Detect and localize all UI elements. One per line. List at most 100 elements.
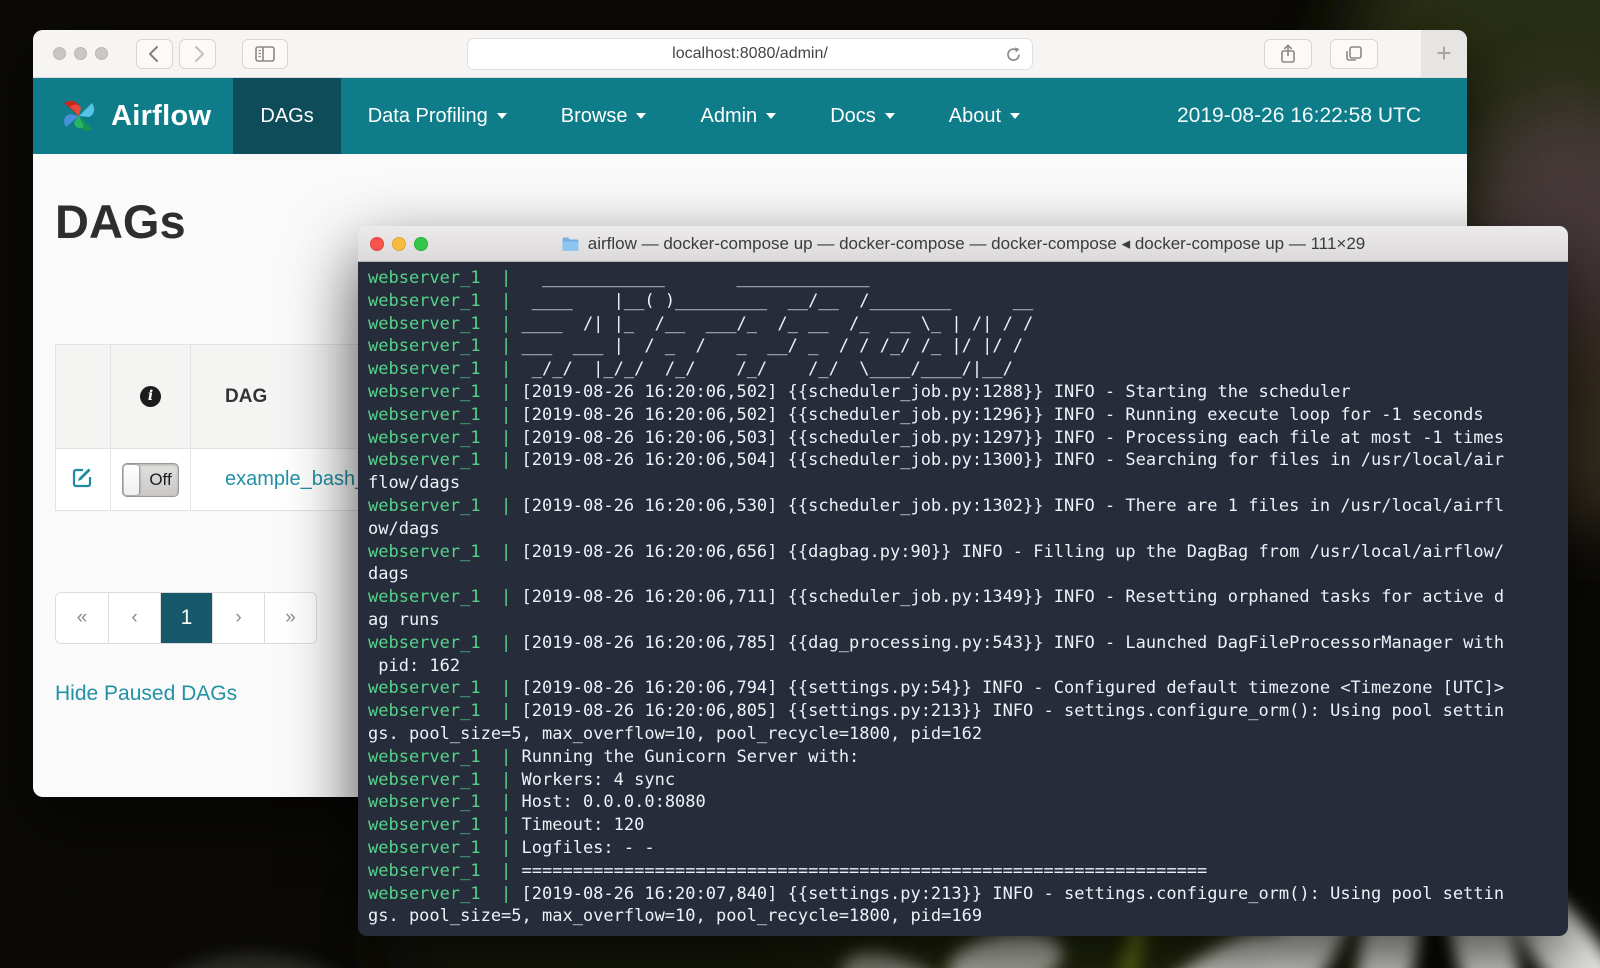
- terminal-log-row: webserver_1 | Host: 0.0.0.0:8080: [368, 791, 1558, 814]
- log-service-prefix: webserver_1 |: [368, 428, 511, 448]
- share-button[interactable]: [1264, 39, 1312, 69]
- terminal-log-row: webserver_1 | [2019-08-26 16:20:06,794] …: [368, 677, 1558, 700]
- log-service-prefix: webserver_1 |: [368, 678, 511, 698]
- info-circle-icon[interactable]: i: [140, 386, 161, 407]
- browser-toolbar[interactable]: localhost:8080/admin/: [33, 30, 1467, 78]
- close-button[interactable]: [370, 237, 384, 251]
- pagination-page-current[interactable]: 1: [160, 593, 212, 643]
- pagination-button[interactable]: ‹: [108, 593, 160, 643]
- nav-item-dags[interactable]: DAGs: [233, 78, 340, 154]
- pagination-button[interactable]: «: [56, 593, 108, 643]
- log-text: [2019-08-26 16:20:06,711] {{scheduler_jo…: [511, 587, 1504, 607]
- log-text: flow/dags: [368, 473, 460, 493]
- log-service-prefix: webserver_1 |: [368, 268, 511, 288]
- terminal-log-row: webserver_1 | ____________ _____________: [368, 267, 1558, 290]
- log-service-prefix: webserver_1 |: [368, 587, 511, 607]
- log-service-prefix: webserver_1 |: [368, 314, 511, 334]
- dag-toggle-cell: Off: [111, 449, 191, 511]
- chevron-down-icon: [636, 113, 646, 119]
- tab-overview-button[interactable]: [1330, 39, 1378, 69]
- terminal-log-row: webserver_1 | Timeout: 120: [368, 814, 1558, 837]
- log-service-prefix: webserver_1 |: [368, 359, 511, 379]
- terminal-log-row: webserver_1 | _/_/ |_/_/ /_/ /_/ /_/ \__…: [368, 358, 1558, 381]
- minimize-button[interactable]: [392, 237, 406, 251]
- nav-item-docs[interactable]: Docs: [803, 78, 922, 154]
- log-text: ____ |__( )_________ __/__ /________ __: [511, 291, 1033, 311]
- airflow-brand[interactable]: Airflow: [58, 78, 211, 154]
- log-text: Timeout: 120: [511, 815, 644, 835]
- log-text: ____________ _____________: [511, 268, 869, 288]
- back-button[interactable]: [136, 39, 173, 69]
- terminal-log-row: flow/dags: [368, 472, 1558, 495]
- minimize-button[interactable]: [74, 47, 87, 60]
- new-tab-button[interactable]: +: [1421, 30, 1467, 77]
- terminal-log-row: webserver_1 | [2019-08-26 16:20:06,503] …: [368, 427, 1558, 450]
- dag-link[interactable]: example_bash_o: [225, 468, 377, 490]
- log-service-prefix: webserver_1 |: [368, 770, 511, 790]
- log-text: [2019-08-26 16:20:06,502] {{scheduler_jo…: [511, 382, 1350, 402]
- terminal-log-row: ow/dags: [368, 518, 1558, 541]
- terminal-title: airflow — docker-compose up — docker-com…: [588, 234, 1366, 254]
- edit-pencil-icon[interactable]: [71, 465, 95, 489]
- pagination: «‹1›»: [55, 592, 317, 644]
- address-bar[interactable]: localhost:8080/admin/: [467, 38, 1033, 70]
- log-text: [2019-08-26 16:20:06,502] {{scheduler_jo…: [511, 405, 1483, 425]
- plus-icon: +: [1436, 38, 1451, 69]
- terminal-log-row: webserver_1 | [2019-08-26 16:20:06,805] …: [368, 700, 1558, 723]
- terminal-log-row: webserver_1 | [2019-08-26 16:20:06,785] …: [368, 632, 1558, 655]
- address-bar-url: localhost:8080/admin/: [672, 45, 828, 63]
- log-service-prefix: webserver_1 |: [368, 382, 511, 402]
- log-text: Workers: 4 sync: [511, 770, 675, 790]
- folder-icon: [561, 236, 580, 252]
- nav-item-data-profiling[interactable]: Data Profiling: [341, 78, 534, 154]
- info-column-header: i: [111, 345, 191, 449]
- nav-item-browse[interactable]: Browse: [534, 78, 674, 154]
- sidebar-button[interactable]: [242, 39, 288, 69]
- terminal-log-row: pid: 162: [368, 655, 1558, 678]
- terminal-log-row: webserver_1 | [2019-08-26 16:20:06,502] …: [368, 381, 1558, 404]
- terminal-body[interactable]: webserver_1 | ____________ _____________…: [358, 262, 1568, 936]
- terminal-log-row: webserver_1 | Running the Gunicorn Serve…: [368, 746, 1558, 769]
- log-service-prefix: webserver_1 |: [368, 405, 511, 425]
- forward-button[interactable]: [179, 39, 216, 69]
- log-text: [2019-08-26 16:20:06,785] {{dag_processi…: [511, 633, 1504, 653]
- log-text: [2019-08-26 16:20:06,794] {{settings.py:…: [511, 678, 1504, 698]
- terminal-log-row: ag runs: [368, 609, 1558, 632]
- terminal-log-row: webserver_1 | [2019-08-26 16:20:07,840] …: [368, 883, 1558, 906]
- dag-pause-toggle[interactable]: Off: [122, 463, 179, 497]
- terminal-log-row: webserver_1 | [2019-08-26 16:20:06,711] …: [368, 586, 1558, 609]
- hide-paused-dags-link[interactable]: Hide Paused DAGs: [55, 682, 237, 706]
- zoom-button[interactable]: [414, 237, 428, 251]
- log-service-prefix: webserver_1 |: [368, 450, 511, 470]
- navbar-items: DAGs Data Profiling Browse Admin Docs About: [233, 78, 1047, 154]
- zoom-button[interactable]: [95, 47, 108, 60]
- page-title: DAGs: [55, 194, 186, 249]
- log-text: ___ ___ | / _ / _ __/ _ / / /_/ /_ |/ |/…: [511, 336, 1023, 356]
- share-icon: [1278, 43, 1298, 65]
- pagination-button[interactable]: »: [264, 593, 316, 643]
- nav-item-label: Browse: [561, 105, 628, 128]
- sidebar-icon: [254, 44, 276, 64]
- edit-column-header: [56, 345, 111, 449]
- terminal-titlebar[interactable]: airflow — docker-compose up — docker-com…: [358, 226, 1568, 262]
- pagination-button[interactable]: ›: [212, 593, 264, 643]
- close-button[interactable]: [53, 47, 66, 60]
- nav-item-admin[interactable]: Admin: [673, 78, 803, 154]
- log-text: pid: 162: [368, 656, 460, 676]
- terminal-log-row: webserver_1 | [2019-08-26 16:20:06,656] …: [368, 541, 1558, 564]
- log-service-prefix: webserver_1 |: [368, 633, 511, 653]
- nav-item-label: Docs: [830, 105, 876, 128]
- nav-item-about[interactable]: About: [922, 78, 1047, 154]
- nav-item-label: DAGs: [260, 105, 313, 128]
- terminal-log-row: gs. pool_size=5, max_overflow=10, pool_r…: [368, 905, 1558, 928]
- nav-item-label: Data Profiling: [368, 105, 488, 128]
- dag-edit-cell: [56, 449, 111, 511]
- reload-icon[interactable]: [1004, 45, 1023, 64]
- chevron-down-icon: [885, 113, 895, 119]
- log-text: [2019-08-26 16:20:06,503] {{scheduler_jo…: [511, 428, 1504, 448]
- log-text: [2019-08-26 16:20:06,530] {{scheduler_jo…: [511, 496, 1504, 516]
- chevron-down-icon: [766, 113, 776, 119]
- chevron-down-icon: [497, 113, 507, 119]
- tabs-icon: [1343, 43, 1365, 65]
- log-service-prefix: webserver_1 |: [368, 542, 511, 562]
